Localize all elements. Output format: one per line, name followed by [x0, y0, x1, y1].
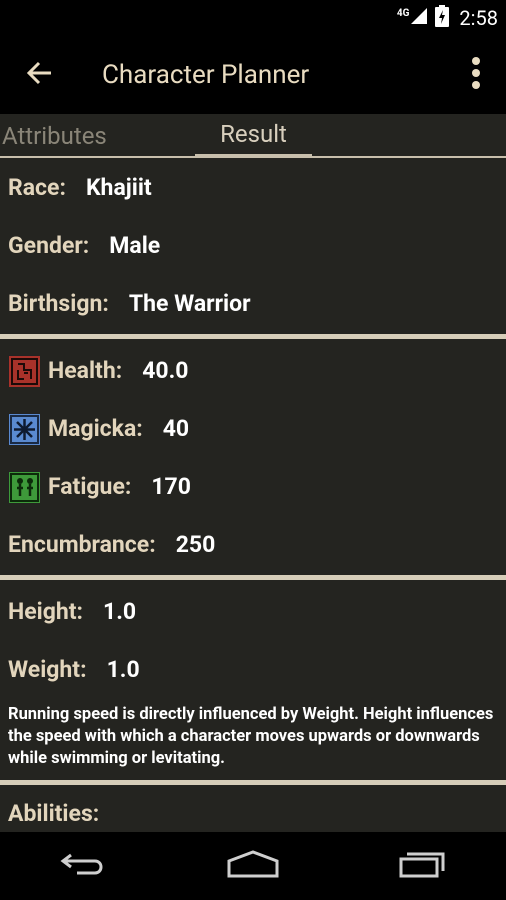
tab-bar: Attributes Result [0, 114, 506, 158]
action-bar: Character Planner [0, 36, 506, 114]
height-value: 1.0 [103, 597, 137, 625]
network-type: 4G [396, 7, 410, 19]
magicka-icon [8, 412, 40, 445]
gender-label: Gender: [8, 231, 90, 259]
fatigue-value: 170 [151, 472, 191, 500]
race-label: Race: [8, 173, 66, 201]
abilities-row: Abilities: [0, 787, 506, 832]
tab-attributes[interactable]: Attributes [0, 114, 195, 158]
height-label: Height: [8, 597, 84, 625]
weight-row: Weight: 1.0 [0, 640, 506, 698]
nav-back-icon [59, 849, 109, 883]
encumbrance-label: Encumbrance: [8, 530, 156, 558]
section-divider [0, 334, 506, 339]
app-title: Character Planner [102, 60, 310, 90]
health-icon [8, 354, 40, 387]
nav-recents-button[interactable] [382, 836, 462, 896]
fatigue-icon [8, 470, 40, 503]
weight-value: 1.0 [106, 655, 140, 683]
overflow-menu-button[interactable] [446, 36, 506, 114]
result-panel[interactable]: Race: Khajiit Gender: Male Birthsign: Th… [0, 158, 506, 832]
magicka-label: Magicka: [48, 414, 143, 442]
status-bar: 4G 2:58 [0, 0, 506, 36]
more-vertical-icon [471, 56, 481, 94]
race-row: Race: Khajiit [0, 158, 506, 216]
speed-note: Running speed is directly influenced by … [8, 705, 494, 768]
birthsign-label: Birthsign: [8, 289, 109, 317]
birthsign-row: Birthsign: The Warrior [0, 274, 506, 332]
navigation-bar [0, 832, 506, 900]
health-label: Health: [48, 356, 123, 384]
health-row: Health: 40.0 [0, 341, 506, 399]
race-value: Khajiit [85, 173, 152, 201]
gender-row: Gender: Male [0, 216, 506, 274]
nav-back-button[interactable] [44, 836, 124, 896]
health-value: 40.0 [142, 356, 189, 384]
encumbrance-value: 250 [175, 530, 216, 558]
section-divider [0, 780, 506, 785]
abilities-label: Abilities: [8, 799, 100, 827]
height-row: Height: 1.0 [0, 582, 506, 640]
magicka-value: 40 [162, 414, 190, 442]
battery-icon [435, 5, 450, 31]
recents-icon [397, 849, 447, 883]
signal-icon [409, 6, 429, 30]
home-icon [226, 849, 280, 883]
tab-result[interactable]: Result [195, 114, 312, 158]
weight-label: Weight: [8, 655, 87, 683]
back-button[interactable] [0, 36, 80, 114]
gender-value: Male [109, 231, 161, 259]
fatigue-label: Fatigue: [48, 472, 132, 500]
birthsign-value: The Warrior [128, 289, 251, 317]
encumbrance-row: Encumbrance: 250 [0, 515, 506, 573]
nav-home-button[interactable] [213, 836, 293, 896]
fatigue-row: Fatigue: 170 [0, 457, 506, 515]
magicka-row: Magicka: 40 [0, 399, 506, 457]
clock: 2:58 [459, 6, 498, 30]
back-arrow-icon [26, 61, 53, 89]
section-divider [0, 575, 506, 580]
